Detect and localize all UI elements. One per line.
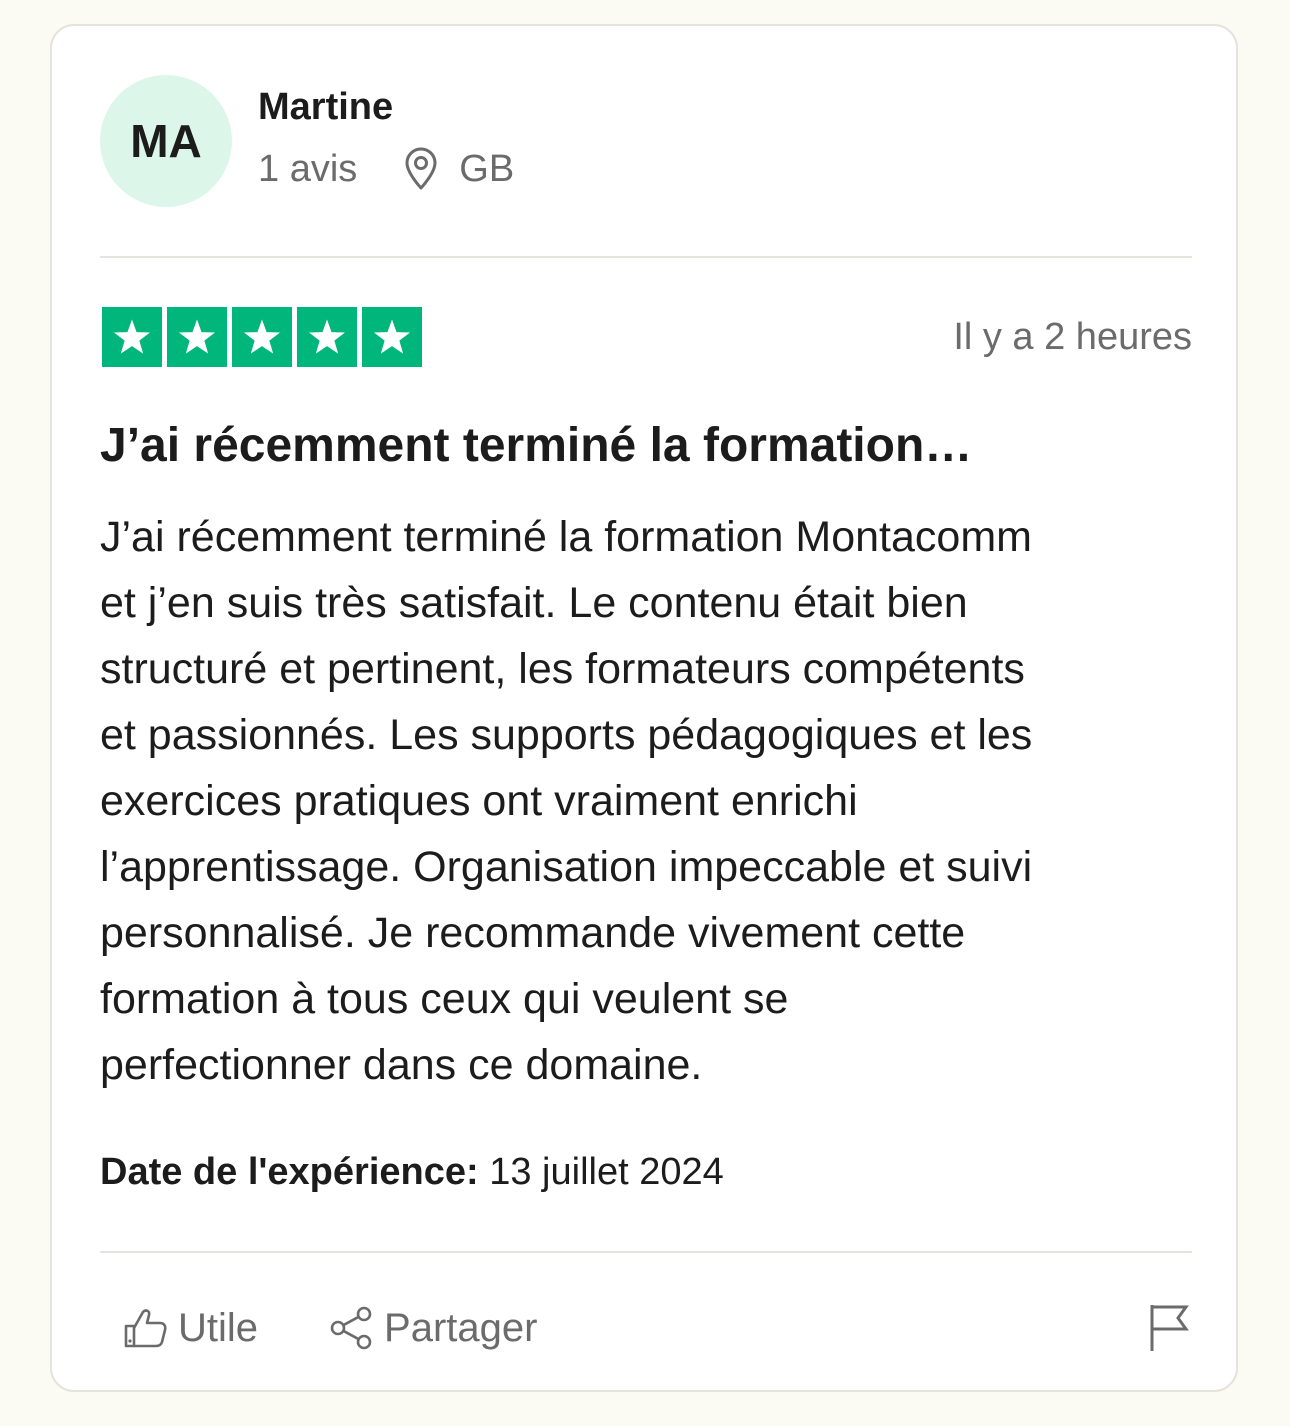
review-body-line: personnalisé. Je recommande vivement cet… xyxy=(100,909,966,957)
review-title[interactable]: J’ai récemment terminé la formation… xyxy=(100,416,1192,476)
review-body-line: formation à tous ceux qui veulent se xyxy=(100,975,789,1023)
review-body-line: J’ai récemment terminé la formation Mont… xyxy=(100,513,1032,561)
star-icon xyxy=(232,307,292,367)
reviewer-meta: 1 avis GB xyxy=(258,145,514,193)
report-flag-button[interactable] xyxy=(1148,1303,1190,1353)
divider xyxy=(100,256,1192,258)
reviewer-info: Martine 1 avis GB xyxy=(258,74,514,208)
review-time-ago: Il y a 2 heures xyxy=(953,316,1192,358)
share-icon xyxy=(330,1306,372,1350)
reviewer-header: MA Martine 1 avis GB xyxy=(100,74,514,208)
star-icon xyxy=(102,307,162,367)
star-icon xyxy=(297,307,357,367)
review-body-line: exercices pratiques ont vraiment enrichi xyxy=(100,777,858,825)
share-button[interactable]: Partager xyxy=(328,1305,537,1351)
thumbs-up-icon xyxy=(124,1309,167,1348)
rating-row: Il y a 2 heures xyxy=(102,306,1192,368)
review-body: J’ai récemment terminé la formation Mont… xyxy=(100,504,1200,1098)
flag-icon xyxy=(1150,1305,1189,1351)
experience-date-value: 13 juillet 2024 xyxy=(489,1151,724,1193)
experience-date-label: Date de l'expérience: xyxy=(100,1151,479,1193)
reviewer-name[interactable]: Martine xyxy=(258,83,514,131)
star-icon xyxy=(362,307,422,367)
review-count: 1 avis xyxy=(258,148,358,190)
reviewer-location: GB xyxy=(403,145,514,193)
star-icon xyxy=(167,307,227,367)
review-body-line: l’apprentissage. Organisation impeccable… xyxy=(100,843,1033,891)
divider xyxy=(100,1251,1192,1253)
star-rating xyxy=(102,307,422,367)
experience-date: Date de l'expérience: 13 juillet 2024 xyxy=(100,1148,724,1196)
share-label: Partager xyxy=(384,1305,538,1350)
review-body-line: et j’en suis très satisfait. Le contenu … xyxy=(100,579,968,627)
review-actions: Utile Partager xyxy=(122,1296,1190,1360)
avatar[interactable]: MA xyxy=(100,75,232,207)
reviewer-country: GB xyxy=(459,148,515,190)
location-pin-icon xyxy=(405,147,437,190)
useful-label: Utile xyxy=(178,1305,259,1350)
review-body-line: et passionnés. Les supports pédagogiques… xyxy=(100,711,1033,759)
review-body-line: structuré et pertinent, les formateurs c… xyxy=(100,645,1025,693)
review-card: MA Martine 1 avis GB Il y a 2 heures J’a… xyxy=(50,24,1238,1392)
review-body-line: perfectionner dans ce domaine. xyxy=(100,1041,703,1089)
useful-button[interactable]: Utile xyxy=(122,1306,258,1351)
